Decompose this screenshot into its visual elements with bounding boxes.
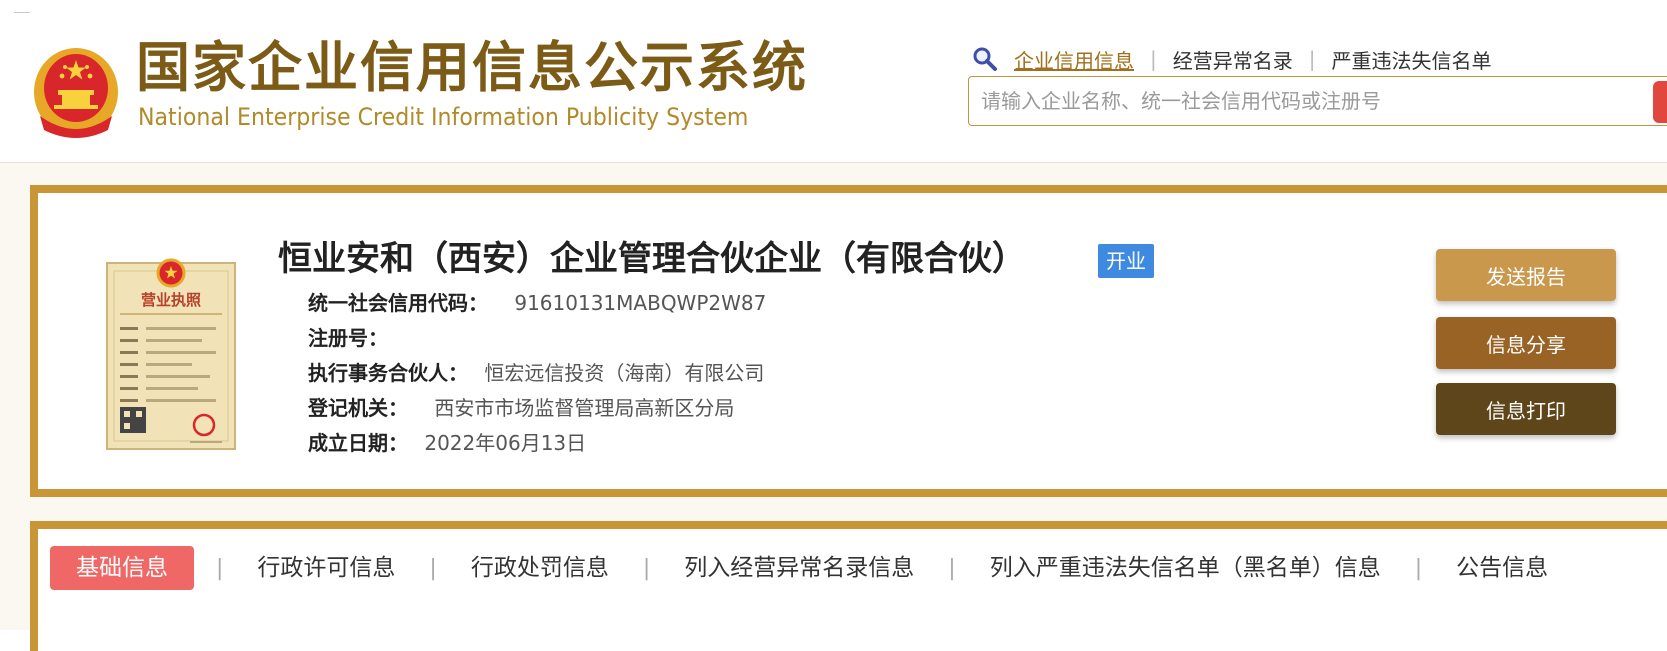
info-row-establishment-date: 成立日期： 2022年06月13日 [308,429,586,457]
search-box [968,76,1667,126]
company-name: 恒业安和（西安）企业管理合伙企业（有限合伙） [278,239,1026,279]
site-title-cn: 国家企业信用信息公示系统 [136,36,808,99]
send-report-button[interactable]: 发送报告 [1436,249,1616,301]
national-emblem-icon[interactable] [30,38,122,138]
info-row-credit-code: 统一社会信用代码： 91610131MABQWP2W87 [308,289,766,317]
search-input[interactable] [979,77,1623,125]
info-row-registration-authority: 登记机关： 西安市市场监督管理局高新区分局 [308,394,734,422]
info-value: 2022年06月13日 [424,431,587,455]
tab-separator: | [429,555,437,581]
tab-separator: | [216,555,224,581]
nav-abnormal-operation-list[interactable]: 经营异常名录 [1173,45,1293,74]
print-info-button[interactable]: 信息打印 [1436,383,1616,435]
tab-administrative-license[interactable]: 行政许可信息 [245,546,407,590]
info-value: 西安市市场监督管理局高新区分局 [434,396,735,420]
tab-card: 基础信息 | 行政许可信息 | 行政处罚信息 | 列入经营异常名录信息 | 列入… [30,521,1667,651]
search-button[interactable] [1653,81,1667,123]
company-info-card: 营业执照 恒业安和（西安）企业管理合伙企业（有限合伙） 开业 统一社会信用代码：… [30,185,1667,497]
info-label: 统一社会信用代码： [308,291,488,315]
tab-abnormal-operation[interactable]: 列入经营异常名录信息 [672,546,926,590]
search-magnifier-icon [973,47,997,71]
main-content: 营业执照 恒业安和（西安）企业管理合伙企业（有限合伙） 开业 统一社会信用代码：… [0,163,1667,651]
top-nav: 企业信用信息 | 经营异常名录 | 严重违法失信名单 [972,44,1492,74]
site-title-en: National Enterprise Credit Information P… [138,103,749,131]
status-badge: 开业 [1098,244,1154,278]
license-title: 营业执照 [141,291,201,309]
info-value: 恒宏远信投资（海南）有限公司 [484,361,765,385]
tab-separator: | [642,555,651,581]
info-value: 91610131MABQWP2W87 [514,291,767,315]
nav-serious-violation-list[interactable]: 严重违法失信名单 [1332,45,1492,74]
site-header: 国家企业信用信息公示系统 National Enterprise Credit … [0,0,1667,163]
info-label: 登记机关： [308,396,408,420]
tab-announcements[interactable]: 公告信息 [1444,546,1560,590]
info-label: 执行事务合伙人： [308,361,468,385]
share-info-button[interactable]: 信息分享 [1436,317,1616,369]
nav-separator: | [1150,47,1157,71]
nav-separator: | [1308,47,1316,71]
tab-bar: 基础信息 | 行政许可信息 | 行政处罚信息 | 列入经营异常名录信息 | 列入… [50,545,1560,591]
tab-blacklist[interactable]: 列入严重违法失信名单（黑名单）信息 [978,546,1393,590]
tab-separator: | [1414,555,1423,581]
nav-enterprise-credit-info[interactable]: 企业信用信息 [1014,45,1134,74]
tab-separator: | [948,555,956,581]
tab-basic-info[interactable]: 基础信息 [50,546,194,590]
info-row-registration-no: 注册号： [308,324,388,352]
info-label: 成立日期： [308,431,408,455]
business-license-icon[interactable]: 营业执照 [106,255,236,451]
info-label: 注册号： [308,326,388,350]
corner-dash [14,12,30,13]
info-row-executive-partner: 执行事务合伙人： 恒宏远信投资（海南）有限公司 [308,359,764,387]
tab-administrative-penalty[interactable]: 行政处罚信息 [459,546,621,590]
